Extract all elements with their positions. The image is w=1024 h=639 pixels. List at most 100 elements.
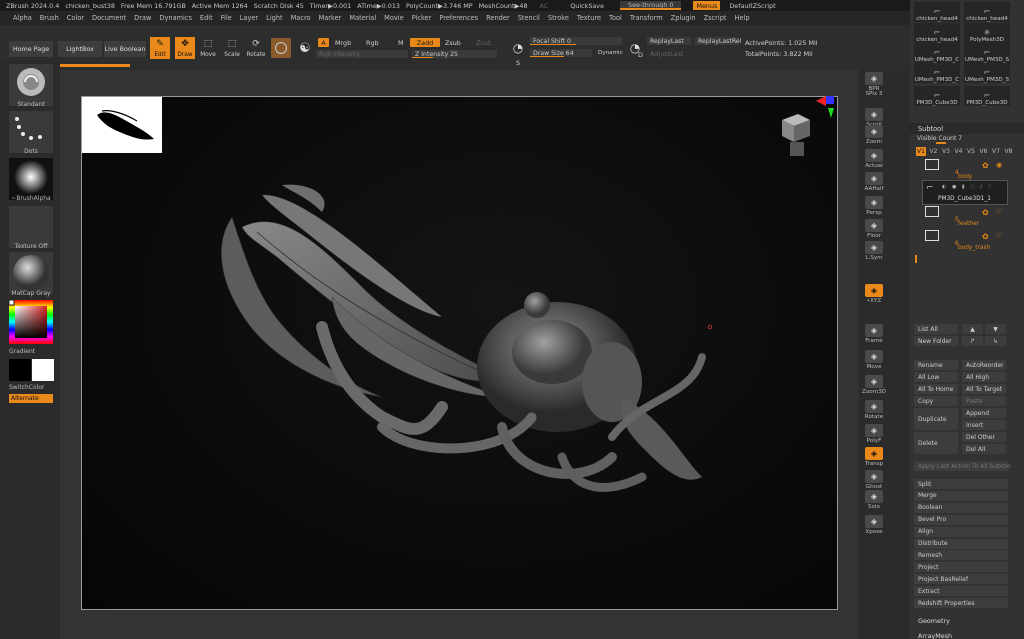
menus-toggle[interactable]: Menus <box>693 1 721 10</box>
menu-render[interactable]: Render <box>482 14 513 22</box>
move-folder-down-button[interactable]: ↳ <box>985 336 1006 346</box>
action-project-basrelief-button[interactable]: Project BasRelief <box>914 574 1008 585</box>
tool-thumbnail[interactable]: ⌐ PM3D_Cube3D <box>914 86 960 106</box>
zsub-button[interactable]: Zsub <box>445 39 461 47</box>
menu-movie[interactable]: Movie <box>380 14 408 22</box>
tool-thumbnail[interactable]: ⌐ chicken_head4 <box>914 23 960 43</box>
color-picker[interactable] <box>8 299 53 344</box>
tool-thumbnail[interactable]: ⌐ UMesh_PM3D_S <box>964 43 1010 63</box>
menu-stroke[interactable]: Stroke <box>544 14 573 22</box>
view-gizmo[interactable] <box>772 96 838 166</box>
folder-icon[interactable] <box>925 230 939 241</box>
zoom-button[interactable]: ◈ Zoom <box>864 125 884 147</box>
list-all-button[interactable]: List All <box>914 324 958 334</box>
tool-thumbnail[interactable]: ✳ PolyMesh3D <box>964 23 1010 43</box>
move-button[interactable]: ◈ Move <box>864 350 884 372</box>
stroke-dots-tile[interactable] <box>9 111 53 153</box>
version-tab-v2[interactable]: V2 <box>929 147 939 156</box>
tool-thumbnail[interactable]: ⌐ chicken_head4 <box>914 2 960 22</box>
all-high-button[interactable]: All High <box>962 372 1006 382</box>
menu-stencil[interactable]: Stencil <box>514 14 544 22</box>
version-tab-v8[interactable]: V8 <box>1004 147 1014 156</box>
tool-thumbnail[interactable]: ⌐ UMesh_PM3D_C <box>914 43 960 63</box>
draw-size-slider[interactable]: Draw Size 64 <box>530 49 592 57</box>
see-through-slider[interactable]: See-through 0 <box>620 1 682 10</box>
ghost-button[interactable]: ◈ Ghost <box>864 470 884 492</box>
texture-tile[interactable] <box>9 206 53 248</box>
zoom3d-button[interactable]: ◈ Zoom3D <box>862 375 886 397</box>
menu-light[interactable]: Light <box>262 14 286 22</box>
move-folder-up-button[interactable]: ↱ <box>962 336 983 346</box>
draw-button[interactable]: ✥ Draw <box>175 37 195 59</box>
main-color-swatch[interactable] <box>9 359 31 381</box>
folder-icon[interactable] <box>925 159 939 170</box>
scale-button[interactable]: ⬚ Scale <box>222 37 242 59</box>
a-toggle[interactable]: A <box>318 38 329 47</box>
s-dial[interactable]: ◔ <box>509 39 527 57</box>
action-distribute-button[interactable]: Distribute <box>914 538 1008 549</box>
action-merge-button[interactable]: Merge <box>914 490 1008 501</box>
action-remesh-button[interactable]: Remesh <box>914 550 1008 561</box>
menu-layer[interactable]: Layer <box>236 14 262 22</box>
secondary-color-swatch[interactable] <box>32 359 54 381</box>
menu-draw[interactable]: Draw <box>130 14 155 22</box>
action-align-button[interactable]: Align <box>914 526 1008 537</box>
delete-button[interactable]: Delete <box>914 432 958 454</box>
all-to-home-button[interactable]: All To Home <box>914 384 958 394</box>
version-tab-v1[interactable]: V1 <box>916 147 926 156</box>
append-button[interactable]: Append <box>962 408 1006 418</box>
gear-icon[interactable]: ✿ <box>982 161 989 170</box>
xyz-button[interactable]: ◈ •XYZ <box>864 284 884 306</box>
lsym-button[interactable]: ◈ L.Sym <box>864 241 884 263</box>
del-other-button[interactable]: Del Other <box>962 432 1006 442</box>
persp-button[interactable]: ◈ Persp <box>864 196 884 218</box>
replay-last-rel-button[interactable]: ReplayLastRel <box>695 37 741 45</box>
navigator-thumbnail[interactable] <box>82 97 162 153</box>
rotate-button[interactable]: ⟳ Rotate <box>246 37 266 59</box>
gradient-label[interactable]: Gradient <box>9 348 53 355</box>
del-all-button[interactable]: Del All <box>962 444 1006 454</box>
version-tab-v4[interactable]: V4 <box>954 147 964 156</box>
menu-help[interactable]: Help <box>731 14 754 22</box>
menu-file[interactable]: File <box>217 14 236 22</box>
arraymesh-section[interactable]: ArrayMesh <box>918 632 952 639</box>
tool-thumbnail[interactable]: ⌐ chicken_head4 <box>964 2 1010 22</box>
version-tab-v5[interactable]: V5 <box>966 147 976 156</box>
action-project-button[interactable]: Project <box>914 562 1008 573</box>
menu-zplugin[interactable]: Zplugin <box>667 14 700 22</box>
move-up-button[interactable]: ▲ <box>962 324 983 334</box>
rgb-intensity-slider[interactable]: Rgb Intensity <box>316 50 408 58</box>
menu-material[interactable]: Material <box>345 14 380 22</box>
menu-transform[interactable]: Transform <box>626 14 667 22</box>
adjust-last-slider[interactable]: AdjustLast <box>650 50 683 58</box>
version-tab-v3[interactable]: V3 <box>941 147 951 156</box>
autoreorder-button[interactable]: AutoReorder <box>962 360 1006 370</box>
polyf-button[interactable]: ◈ PolyF <box>864 424 884 446</box>
rotate-button[interactable]: ◈ Rotate <box>864 400 884 422</box>
floor-button[interactable]: ◈ Floor <box>864 219 884 241</box>
lightbox-button[interactable]: LightBox <box>58 41 102 57</box>
focal-shift-slider[interactable]: Focal Shift 0 <box>530 37 622 45</box>
texture-swatch[interactable]: ☯ <box>295 38 315 58</box>
version-tab-v7[interactable]: V7 <box>991 147 1001 156</box>
menu-macro[interactable]: Macro <box>287 14 315 22</box>
menu-zscript[interactable]: Zscript <box>700 14 731 22</box>
alternate-button[interactable]: Alternate <box>9 394 53 403</box>
gear-icon[interactable]: ✿ <box>982 208 989 217</box>
visibility-icon[interactable]: ♡ <box>996 232 1002 240</box>
zadd-button[interactable]: Zadd <box>410 38 440 47</box>
copy-button[interactable]: Copy <box>914 396 958 406</box>
quicksave-button[interactable]: QuickSave <box>570 2 604 10</box>
z-intensity-slider[interactable]: Z Intensity 25 <box>412 50 497 58</box>
insert-button[interactable]: Insert <box>962 420 1006 430</box>
folder-name[interactable]: feather <box>958 221 979 227</box>
move-down-button[interactable]: ▼ <box>985 324 1006 334</box>
menu-marker[interactable]: Marker <box>315 14 346 22</box>
edit-button[interactable]: ✎ Edit <box>150 37 170 59</box>
replay-last-button[interactable]: ReplayLast <box>647 37 691 45</box>
visible-count-slider[interactable]: Visible Count 7 <box>917 135 962 142</box>
solo-button[interactable]: ◈ Solo <box>864 490 884 512</box>
all-low-button[interactable]: All Low <box>914 372 958 382</box>
action-boolean-button[interactable]: Boolean <box>914 502 1008 513</box>
folder-icon[interactable] <box>925 206 939 217</box>
